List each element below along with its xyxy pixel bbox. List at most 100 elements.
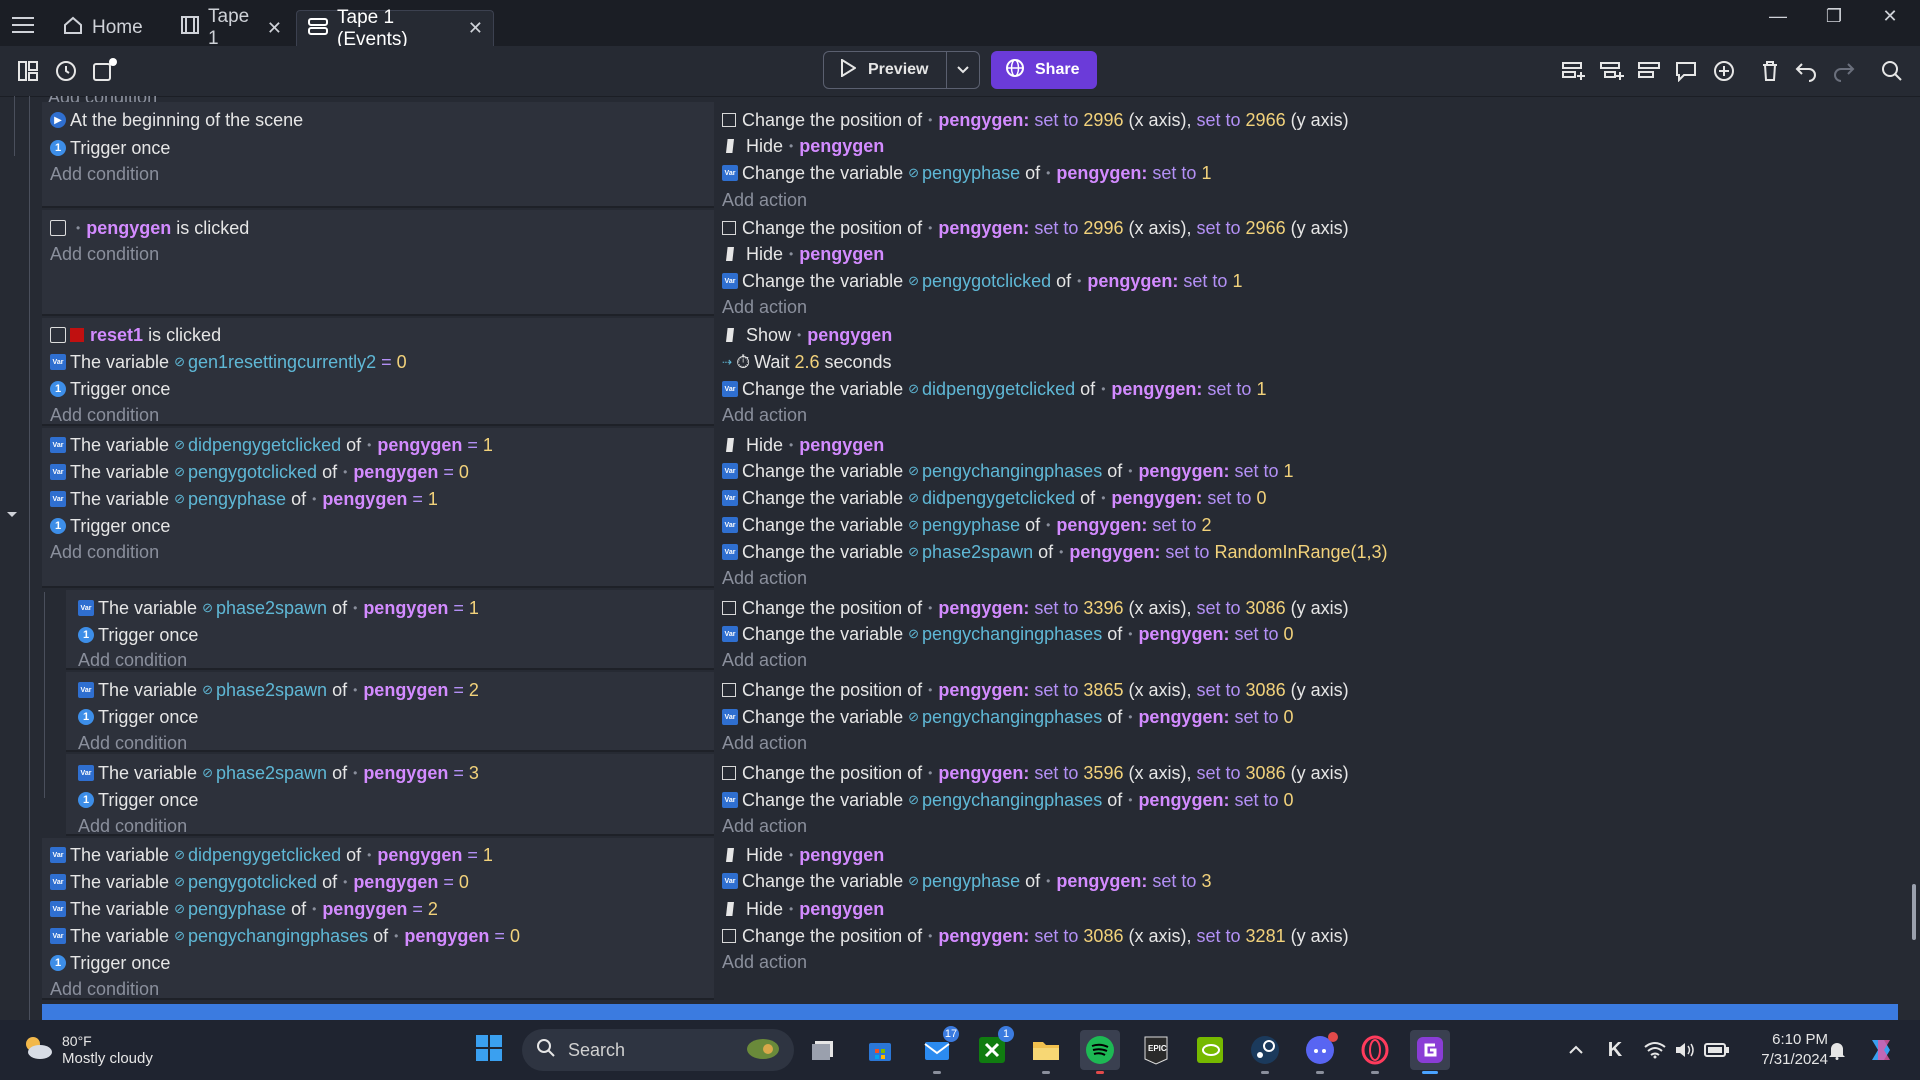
redo-icon[interactable] — [1830, 58, 1858, 84]
condition[interactable]: Var The variable ⊘ didpengygetclicked of • p… — [50, 842, 493, 868]
minimize-icon[interactable]: — — [1750, 0, 1806, 32]
action[interactable]: Var Change the variable ⊘ pengychangingpha… — [722, 458, 1294, 484]
condition[interactable]: 1 Trigger once — [50, 376, 170, 402]
condition[interactable]: 1 Trigger once — [78, 787, 198, 813]
wifi-icon[interactable] — [1644, 1038, 1666, 1062]
file-explorer-icon[interactable] — [1026, 1030, 1066, 1074]
copilot-icon[interactable] — [1866, 1038, 1896, 1062]
action[interactable]: Var Change the variable ⊘ pengychangingpha… — [722, 787, 1294, 813]
add-other-icon[interactable] — [1636, 58, 1664, 84]
add-condition[interactable]: Add condition — [50, 402, 159, 428]
collapse-chevron-icon[interactable] — [6, 506, 18, 524]
action[interactable]: Hide • pengygen — [722, 241, 884, 267]
action[interactable]: Change the position of • pengygen: set to … — [722, 923, 1349, 949]
add-action[interactable]: Add action — [722, 730, 807, 756]
store-icon[interactable] — [860, 1030, 900, 1070]
add-action[interactable]: Add action — [722, 647, 807, 673]
search-icon[interactable] — [1878, 58, 1906, 84]
action[interactable]: Change the position of • pengygen: set to … — [722, 107, 1349, 133]
taskbar-search[interactable]: Search — [522, 1029, 794, 1071]
add-condition[interactable]: Add condition — [50, 241, 159, 267]
condition[interactable]: 1 Trigger once — [78, 704, 198, 730]
action[interactable]: Change the position of • pengygen: set to … — [722, 595, 1349, 621]
action[interactable]: Var Change the variable ⊘ pengychangingpha… — [722, 621, 1294, 647]
selected-event-bar[interactable] — [42, 1004, 1898, 1020]
action[interactable]: Var Change the variable ⊘ pengyphase of • pe… — [722, 160, 1211, 186]
trash-icon[interactable] — [1756, 58, 1784, 84]
action[interactable]: Var Change the variable ⊘ didpengygetclick… — [722, 376, 1266, 402]
close-icon[interactable]: ✕ — [267, 18, 282, 39]
volume-icon[interactable] — [1674, 1038, 1696, 1062]
panels-icon[interactable] — [14, 58, 42, 84]
battery-icon[interactable] — [1704, 1038, 1730, 1062]
condition[interactable]: Var The variable ⊘ pengygotclicked of • peng… — [50, 459, 469, 485]
action[interactable]: Change the position of • pengygen: set to … — [722, 760, 1349, 786]
add-condition[interactable]: Add condition — [50, 539, 159, 565]
add-condition[interactable]: Add condition — [78, 647, 187, 673]
action[interactable]: Hide • pengygen — [722, 896, 884, 922]
task-view-icon[interactable] — [803, 1030, 843, 1070]
action[interactable]: Change the position of • pengygen: set to … — [722, 677, 1349, 703]
action[interactable]: Var Change the variable ⊘ didpengygetclick… — [722, 485, 1266, 511]
weather-widget[interactable]: 80°F Mostly cloudy — [20, 1032, 153, 1068]
add-action[interactable]: Add action — [722, 565, 807, 591]
action[interactable]: Show • pengygen — [722, 322, 892, 348]
steam-icon[interactable] — [1245, 1030, 1285, 1074]
condition[interactable]: ▶ At the beginning of the scene — [50, 107, 303, 133]
k-app-icon[interactable]: K — [1603, 1038, 1627, 1062]
preview-button[interactable]: Preview — [823, 51, 980, 89]
hamburger-menu-icon[interactable] — [12, 16, 36, 34]
add-condition[interactable]: Add condition — [50, 976, 159, 1002]
action[interactable]: Var Change the variable ⊘ pengyphase of • pe… — [722, 512, 1211, 538]
opera-gx-icon[interactable] — [1355, 1030, 1395, 1074]
condition[interactable]: 1 Trigger once — [50, 513, 170, 539]
restore-icon[interactable]: ❐ — [1806, 0, 1862, 32]
add-sub-event-icon[interactable] — [1598, 58, 1626, 84]
condition[interactable]: 1 Trigger once — [78, 622, 198, 648]
action[interactable]: ⇢ ⏱ Wait 2.6 seconds — [722, 349, 892, 375]
clock[interactable]: 6:10 PM 7/31/2024 — [1744, 1030, 1828, 1070]
add-condition[interactable]: Add condition — [78, 730, 187, 756]
scrollbar-thumb[interactable] — [1912, 884, 1916, 940]
condition[interactable]: Var The variable ⊘ didpengygetclicked of • p… — [50, 432, 493, 458]
close-window-icon[interactable]: ✕ — [1862, 0, 1918, 32]
undo-icon[interactable] — [1792, 58, 1820, 84]
spotify-icon[interactable] — [1080, 1030, 1120, 1074]
condition[interactable]: Var The variable ⊘ gen1resettingcurrently2… — [50, 349, 407, 375]
action[interactable]: Change the position of • pengygen: set to … — [722, 215, 1349, 241]
add-condition[interactable]: Add condition — [50, 161, 159, 187]
start-button[interactable] — [469, 1030, 509, 1070]
action[interactable]: Var Change the variable ⊘ pengyphase of • pe… — [722, 868, 1211, 894]
condition[interactable]: reset1 is clicked — [50, 322, 221, 348]
notification-bell-icon[interactable] — [1826, 1038, 1848, 1062]
add-event-icon[interactable] — [1560, 58, 1588, 84]
condition[interactable]: Var The variable ⊘ phase2spawn of • pengygen… — [78, 760, 479, 786]
tab-scene[interactable]: Tape 1 ✕ — [170, 6, 292, 49]
condition[interactable]: Var The variable ⊘ pengyphase of • pengygen … — [50, 896, 438, 922]
condition[interactable]: 1 Trigger once — [50, 950, 170, 976]
add-action[interactable]: Add action — [722, 813, 807, 839]
condition[interactable]: Var The variable ⊘ pengychangingphases of •… — [50, 923, 520, 949]
save-icon[interactable] — [90, 58, 118, 84]
action[interactable]: Var Change the variable ⊘ pengychangingpha… — [722, 704, 1294, 730]
epic-games-icon[interactable]: EPIC — [1136, 1030, 1176, 1070]
action[interactable]: Var Change the variable ⊘ phase2spawn of • p… — [722, 539, 1388, 565]
tab-home[interactable]: Home — [52, 10, 170, 46]
history-icon[interactable] — [52, 58, 80, 84]
condition[interactable]: • pengygen is clicked — [50, 215, 249, 241]
add-action[interactable]: Add action — [722, 949, 807, 975]
add-action[interactable]: Add action — [722, 294, 807, 320]
comment-icon[interactable] — [1672, 58, 1700, 84]
close-icon[interactable]: ✕ — [468, 18, 483, 39]
condition[interactable]: Var The variable ⊘ pengyphase of • pengygen … — [50, 486, 438, 512]
share-button[interactable]: Share — [991, 51, 1097, 89]
discord-icon[interactable] — [1300, 1030, 1340, 1074]
condition[interactable]: Var The variable ⊘ phase2spawn of • pengygen… — [78, 595, 479, 621]
xbox-icon[interactable]: 1 — [972, 1026, 1014, 1070]
condition[interactable]: 1 Trigger once — [50, 135, 170, 161]
action[interactable]: Var Change the variable ⊘ pengygotclicked … — [722, 268, 1242, 294]
condition[interactable]: Var The variable ⊘ pengygotclicked of • peng… — [50, 869, 469, 895]
add-condition[interactable]: Add condition — [78, 813, 187, 839]
chevron-down-icon[interactable] — [946, 52, 979, 88]
add-icon[interactable] — [1710, 58, 1738, 84]
